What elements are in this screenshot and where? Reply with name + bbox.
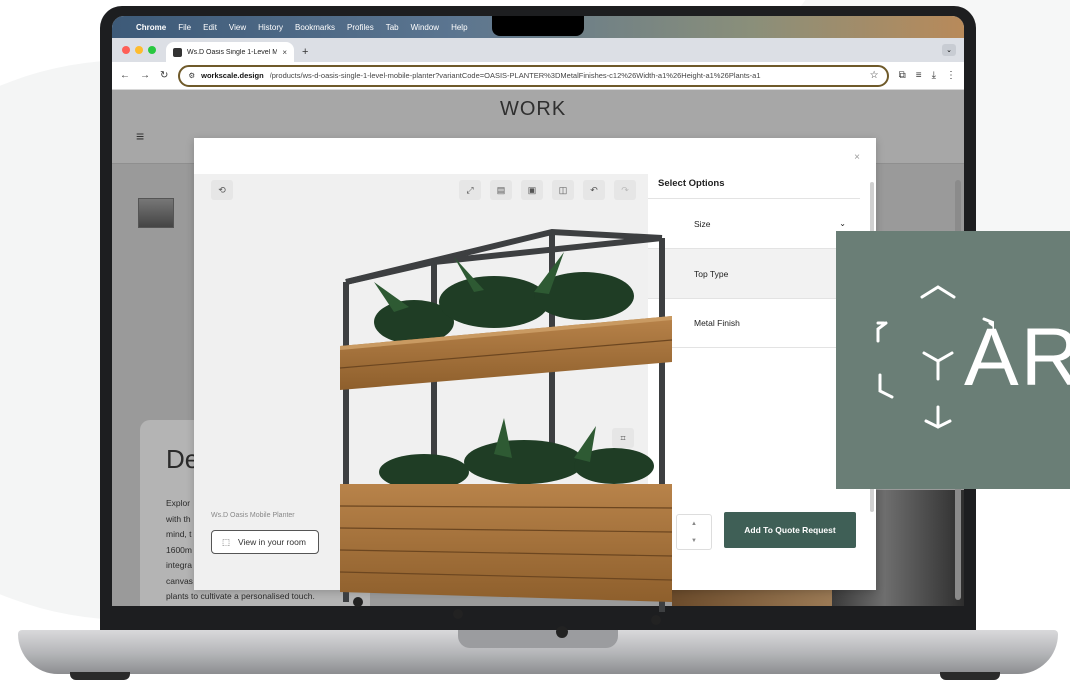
tab-title: Ws.D Oasis Single 1-Level Mo [187,48,278,56]
reset-view-icon[interactable]: ⟲ [211,180,233,200]
caster-wheels [353,597,661,638]
chevron-down-icon: ⌄ [839,219,846,228]
fullscreen-icon[interactable]: ⤢ [459,180,481,200]
gallery-icon[interactable]: ◫ [552,180,574,200]
increment-icon[interactable]: ▲ [691,521,697,527]
extensions-puzzle-icon[interactable]: ⧉ [899,70,906,81]
marketing-stage: Chrome File Edit View History Bookmarks … [0,0,1070,680]
reload-icon[interactable]: ↻ [160,70,168,81]
add-to-quote-button[interactable]: Add To Quote Request [724,512,856,548]
product-thumbnail[interactable] [138,198,174,228]
address-bar[interactable]: ⚙ workscale.design/products/ws-d-oasis-s… [178,64,889,87]
site-logo[interactable]: WORK [500,98,566,121]
planter-render [339,228,673,638]
url-path: /products/ws-d-oasis-single-1-level-mobi… [269,71,761,80]
view-in-room-button[interactable]: ⬚ View in your room [211,530,319,554]
laptop-foot-left [70,672,130,680]
ar-text: AR [964,312,1070,403]
options-panel: Select Options Size ⌄ Top Type Metal Fin… [648,174,860,590]
quantity-stepper[interactable]: ▲ ▼ [676,514,712,550]
window-controls [112,46,166,62]
option-top-type[interactable]: Top Type [648,248,860,298]
undo-icon[interactable]: ↶ [583,180,605,200]
options-title: Select Options [658,178,725,189]
lower-planter-box [339,484,673,602]
browser-tabstrip: Ws.D Oasis Single 1-Level Mo × + ⌄ [112,38,964,62]
new-tab-button[interactable]: + [294,46,316,62]
menu-file[interactable]: File [178,23,191,32]
option-metal-finish[interactable]: Metal Finish [648,298,860,348]
option-label: Metal Finish [694,318,740,328]
document-icon[interactable]: ▤ [490,180,512,200]
download-icon[interactable]: ⤓ [932,70,936,81]
menu-view[interactable]: View [229,23,246,32]
image-icon[interactable]: ▣ [521,180,543,200]
redo-icon[interactable]: ↷ [614,180,636,200]
bookmark-star-icon[interactable]: ☆ [870,70,879,81]
browser-toolbar: ← → ↻ ⚙ workscale.design/products/ws-d-o… [112,62,964,90]
decrement-icon[interactable]: ▼ [691,538,697,544]
menu-bookmarks[interactable]: Bookmarks [295,23,335,32]
camera-notch [492,16,584,36]
site-favicon-icon [173,47,182,57]
menu-window[interactable]: Window [411,23,439,32]
zoom-window-button[interactable] [148,46,156,54]
kebab-menu-icon[interactable]: ⋮ [946,70,956,81]
ar-badge: AR [836,231,1070,489]
laptop-foot-right [940,672,1000,680]
hamburger-menu-icon[interactable]: ≡ [136,128,144,144]
product-caption: Ws.D Oasis Mobile Planter [211,512,295,519]
option-size[interactable]: Size ⌄ [648,198,860,248]
menu-tab[interactable]: Tab [386,23,399,32]
forward-arrow-icon[interactable]: → [140,70,150,81]
modal-close-icon[interactable]: × [854,152,860,163]
lower-plants [379,418,654,490]
menu-help[interactable]: Help [451,23,467,32]
minimize-window-button[interactable] [135,46,143,54]
menu-history[interactable]: History [258,23,283,32]
option-label: Size [694,218,711,229]
url-domain: workscale.design [201,71,264,80]
view-in-room-label: View in your room [238,537,306,547]
site-settings-icon[interactable]: ⚙ [188,71,195,80]
menu-edit[interactable]: Edit [203,23,217,32]
ar-cube-icon: ⬚ [222,536,231,547]
reading-list-icon[interactable]: ≡ [916,70,922,81]
browser-tab-active[interactable]: Ws.D Oasis Single 1-Level Mo × [166,42,294,62]
menu-profiles[interactable]: Profiles [347,23,374,32]
back-arrow-icon[interactable]: ← [120,70,130,81]
option-label: Top Type [694,268,729,279]
menubar-app-name[interactable]: Chrome [136,23,166,32]
close-window-button[interactable] [122,46,130,54]
tab-search-chevron-icon[interactable]: ⌄ [942,44,956,56]
tab-close-icon[interactable]: × [282,48,287,57]
